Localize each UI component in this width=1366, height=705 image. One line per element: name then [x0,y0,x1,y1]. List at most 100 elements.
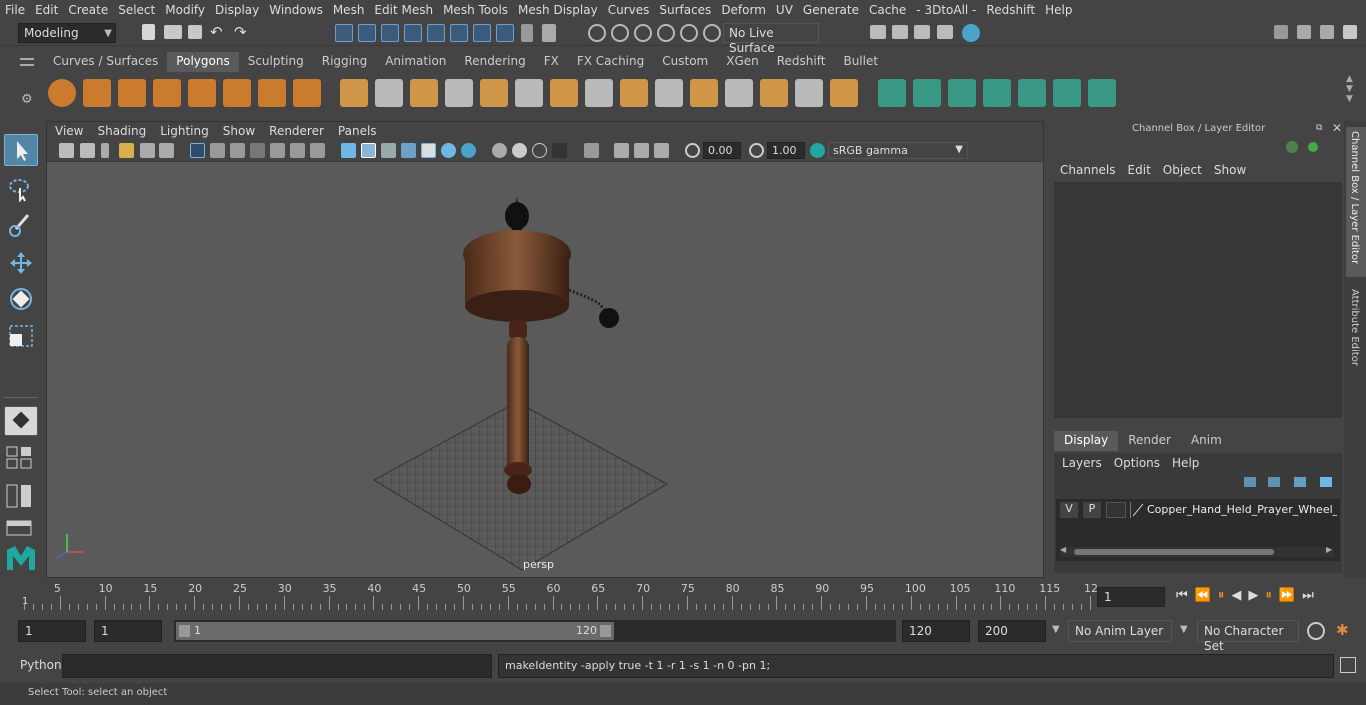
step-forward-icon[interactable]: ⏩ [1279,588,1302,603]
camera-select-icon[interactable] [59,143,74,158]
gear-icon[interactable]: ⚙ [21,92,33,107]
unfold-uv-icon[interactable] [983,79,1011,107]
shelf-tab-bullet[interactable]: Bullet [834,52,887,72]
scroll-left-icon[interactable]: ◀ [1060,545,1066,554]
snap-point-icon[interactable] [450,24,468,42]
channel-menu-channels[interactable]: Channels [1056,163,1124,177]
menu-generate[interactable]: Generate [798,3,864,17]
shelf-tab-rendering[interactable]: Rendering [455,52,534,72]
symmetry-icon[interactable] [588,24,606,42]
merge-icon[interactable] [878,79,906,107]
step-forward-key-icon[interactable]: ⏸ [1265,588,1279,603]
wireframe-on-shaded-icon[interactable] [381,143,396,158]
xray-joints-icon[interactable] [614,143,629,158]
menu-surfaces[interactable]: Surfaces [654,3,716,17]
animation-prefs-icon[interactable]: ✱ [1336,621,1349,639]
snap-curve-icon[interactable] [427,24,445,42]
layer-tab-render[interactable]: Render [1118,431,1181,451]
menu-file[interactable]: File [0,3,30,17]
menu-redshift[interactable]: Redshift [981,3,1040,17]
select-by-object-icon[interactable] [358,24,376,42]
play-forward-icon[interactable]: ▶ [1248,588,1265,603]
shelf-scroll-icon[interactable]: ▲ ▼ ▼ [1346,74,1353,104]
menu-create[interactable]: Create [63,3,113,17]
lock-icon[interactable] [521,24,533,42]
four-pane-layout-button[interactable] [4,444,38,470]
depth-of-field-icon[interactable] [532,143,547,158]
range-end-grip[interactable] [600,625,611,637]
snap-grid-icon[interactable] [404,24,422,42]
workspace-icon[interactable] [1274,25,1288,39]
cylinder-icon[interactable] [118,79,146,107]
speed-icon[interactable] [1308,142,1318,152]
safe-title-icon[interactable] [310,143,325,158]
menu-display[interactable]: Display [210,3,264,17]
menu-3dtoall[interactable]: - 3DtoAll - [911,3,981,17]
uv-layout-icon[interactable] [1088,79,1116,107]
menu-help[interactable]: Help [1040,3,1077,17]
hypershade-icon[interactable] [962,24,980,42]
boolean-icon[interactable] [480,79,508,107]
live-icon[interactable] [680,24,698,42]
bevel-icon[interactable] [550,79,578,107]
current-frame-field[interactable]: 1 [1097,587,1165,607]
xray-icon[interactable] [584,143,599,158]
new-layer-icon[interactable] [1294,477,1306,487]
playback-end-field[interactable]: 120 [902,620,970,642]
scene-end-field[interactable]: 200 [978,620,1046,642]
auto-key-icon[interactable] [1307,622,1325,640]
channel-menu-object[interactable]: Object [1159,163,1210,177]
soft-select-icon[interactable] [611,24,629,42]
move-layer-down-icon[interactable] [1268,477,1280,487]
mirror-icon[interactable] [515,79,543,107]
viewport-menu-lighting[interactable]: Lighting [153,124,216,138]
field-chart-icon[interactable] [270,143,285,158]
image-plane-icon[interactable] [119,143,134,158]
save-scene-icon[interactable] [188,25,202,39]
combine-icon[interactable] [340,79,368,107]
sphere-icon[interactable] [48,79,76,107]
shelf-tab-fx-caching[interactable]: FX Caching [568,52,653,72]
pick-icon[interactable] [542,24,556,42]
smooth-icon[interactable] [445,79,473,107]
render-view-icon[interactable] [870,25,886,39]
channel-menu-edit[interactable]: Edit [1124,163,1159,177]
playback-controls[interactable]: ⏮⏪⏸◀▶⏸⏩⏭ [1176,588,1321,603]
viewport-scene[interactable] [47,162,1043,577]
menu-curves[interactable]: Curves [603,3,655,17]
viewport-menu-view[interactable]: View [47,124,90,138]
pipe-icon[interactable] [293,79,321,107]
layer-playback-toggle[interactable]: P [1083,502,1101,518]
torus-icon[interactable] [223,79,251,107]
safe-action-icon[interactable] [290,143,305,158]
menu-mesh-tools[interactable]: Mesh Tools [438,3,513,17]
rotate-tool-button[interactable] [4,284,38,316]
planar-uv-icon[interactable] [913,79,941,107]
snap-view-icon[interactable] [473,24,491,42]
go-to-start-icon[interactable]: ⏮ [1176,588,1195,603]
exposure-icon[interactable] [685,143,700,158]
duplicate-face-icon[interactable] [830,79,858,107]
menu-cache[interactable]: Cache [864,3,911,17]
layer-tab-display[interactable]: Display [1054,431,1119,451]
outliner-layout-button[interactable] [4,518,38,538]
ipr-render-icon[interactable] [914,25,930,39]
anim-layer-field[interactable]: No Anim Layer [1068,620,1172,642]
separate-icon[interactable] [375,79,403,107]
menu-modify[interactable]: Modify [160,3,210,17]
layer-scrollbar[interactable]: ◀ ▶ [1060,545,1334,557]
side-tab-channel-box[interactable]: Channel Box / Layer Editor [1346,127,1366,277]
bridge-icon[interactable] [585,79,613,107]
menu-uv[interactable]: UV [771,3,798,17]
new-scene-icon[interactable] [142,24,155,40]
shelf-tab-custom[interactable]: Custom [653,52,717,72]
frame-all-icon[interactable] [654,143,669,158]
perspective-viewport[interactable]: View Shading Lighting Show Renderer Panels 0.… [46,121,1044,578]
script-editor-icon[interactable] [1340,657,1356,673]
2d-pan-icon[interactable] [140,143,155,158]
layer-menu-layers[interactable]: Layers [1062,456,1114,470]
character-set-field[interactable]: No Character Set [1197,620,1299,653]
ambient-occlusion-icon[interactable] [461,143,476,158]
range-bar[interactable]: 1 120 [174,620,896,642]
shelf-tab-xgen[interactable]: XGen [717,52,768,72]
